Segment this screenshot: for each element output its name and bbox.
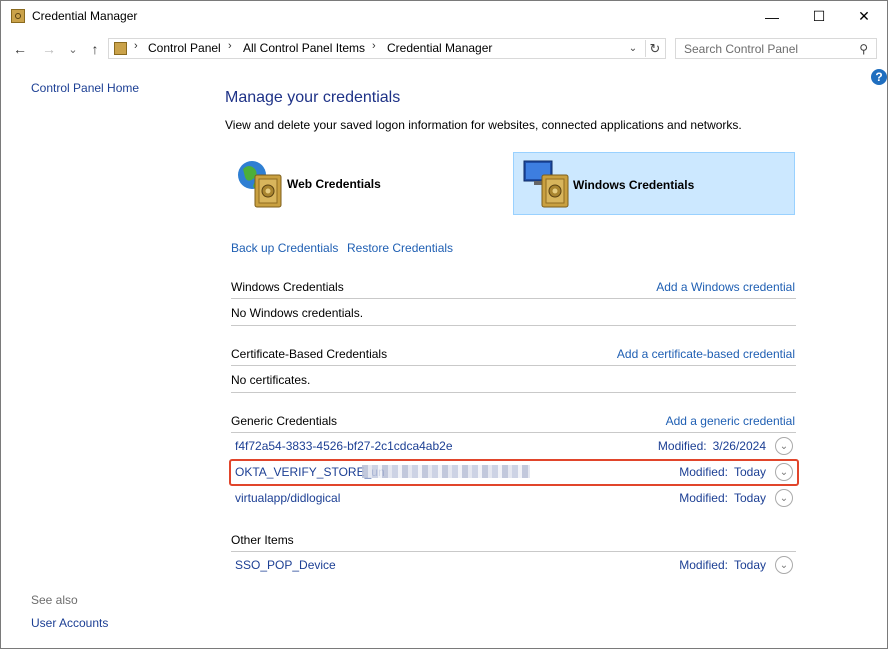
credential-manager-window: Credential Manager — ☐ ✕ ← → ⌄ ↑ › Contr… bbox=[0, 0, 888, 649]
divider bbox=[231, 551, 796, 552]
control-panel-icon bbox=[114, 42, 127, 55]
forward-arrow-icon[interactable]: → bbox=[39, 39, 59, 59]
backup-credentials-link[interactable]: Back up Credentials bbox=[231, 241, 338, 255]
divider bbox=[231, 298, 796, 299]
modified-date: 3/26/2024 bbox=[712, 439, 766, 453]
generic-credential-name[interactable]: f4f72a54-3833-4526-bf27-2c1cdca4ab2e bbox=[235, 439, 453, 453]
see-also-heading: See also bbox=[31, 593, 78, 607]
close-button[interactable]: ✕ bbox=[841, 1, 887, 32]
divider bbox=[231, 392, 796, 393]
modified-date: Today bbox=[733, 491, 766, 505]
divider bbox=[231, 325, 796, 326]
divider bbox=[231, 432, 796, 433]
minimize-button[interactable]: — bbox=[749, 1, 795, 32]
page-description: View and delete your saved logon informa… bbox=[225, 118, 742, 132]
credential-modified: Modified: 3/26/2024 bbox=[658, 439, 766, 453]
search-icon[interactable]: ⚲ bbox=[859, 42, 868, 56]
breadcrumb-credential-manager[interactable]: Credential Manager bbox=[387, 41, 492, 55]
credential-modified: Modified: Today bbox=[679, 465, 766, 479]
modified-label: Modified: bbox=[679, 558, 728, 572]
expand-chevron-icon[interactable]: ⌄ bbox=[775, 463, 793, 481]
address-dropdown-icon[interactable]: ⌄ bbox=[625, 40, 641, 57]
refresh-icon[interactable]: ↻ bbox=[645, 40, 664, 57]
left-pane: Control Panel Home See also User Account… bbox=[1, 67, 221, 648]
no-certificates-text: No certificates. bbox=[231, 373, 311, 387]
title-bar: Credential Manager — ☐ ✕ bbox=[1, 1, 887, 32]
other-items-heading: Other Items bbox=[231, 533, 294, 547]
up-arrow-icon[interactable]: ↑ bbox=[85, 39, 105, 59]
add-certificate-credential-link[interactable]: Add a certificate-based credential bbox=[617, 347, 795, 361]
modified-label: Modified: bbox=[679, 491, 728, 505]
windows-credentials-tile[interactable]: Windows Credentials bbox=[513, 152, 795, 215]
window-title: Credential Manager bbox=[32, 9, 138, 23]
web-credentials-vault-icon bbox=[238, 161, 282, 208]
breadcrumb-all-control-panel-items[interactable]: All Control Panel Items bbox=[243, 41, 365, 55]
web-credentials-label: Web Credentials bbox=[287, 177, 381, 191]
modified-label: Modified: bbox=[657, 439, 707, 453]
breadcrumb-separator-icon[interactable]: › bbox=[228, 40, 232, 52]
add-windows-credential-link[interactable]: Add a Windows credential bbox=[656, 280, 795, 294]
divider bbox=[231, 365, 796, 366]
control-panel-home-link[interactable]: Control Panel Home bbox=[31, 81, 139, 95]
windows-credentials-vault-icon bbox=[523, 160, 569, 208]
redacted-text-blur bbox=[362, 465, 530, 478]
breadcrumb-separator-icon: › bbox=[134, 40, 138, 52]
help-icon[interactable]: ? bbox=[871, 69, 887, 85]
windows-credentials-heading: Windows Credentials bbox=[231, 280, 344, 294]
other-item-name[interactable]: SSO_POP_Device bbox=[235, 558, 336, 572]
user-accounts-link[interactable]: User Accounts bbox=[31, 616, 108, 630]
modified-date: Today bbox=[733, 465, 766, 479]
modified-label: Modified: bbox=[679, 465, 728, 479]
certificate-credentials-heading: Certificate-Based Credentials bbox=[231, 347, 388, 361]
expand-chevron-icon[interactable]: ⌄ bbox=[775, 556, 793, 574]
credential-modified: Modified: Today bbox=[679, 491, 766, 505]
recent-locations-chevron-icon[interactable]: ⌄ bbox=[63, 39, 83, 59]
credential-modified: Modified: Today bbox=[679, 558, 766, 572]
restore-credentials-link[interactable]: Restore Credentials bbox=[347, 241, 453, 255]
no-windows-credentials-text: No Windows credentials. bbox=[231, 306, 364, 320]
expand-chevron-icon[interactable]: ⌄ bbox=[775, 437, 793, 455]
add-generic-credential-link[interactable]: Add a generic credential bbox=[666, 414, 795, 428]
windows-credentials-label: Windows Credentials bbox=[573, 178, 695, 192]
maximize-button[interactable]: ☐ bbox=[796, 1, 842, 32]
credential-manager-app-icon bbox=[11, 9, 25, 23]
search-placeholder: Search Control Panel bbox=[684, 42, 799, 56]
expand-chevron-icon[interactable]: ⌄ bbox=[775, 489, 793, 507]
back-arrow-icon[interactable]: ← bbox=[10, 39, 30, 59]
breadcrumb-separator-icon[interactable]: › bbox=[372, 40, 376, 52]
generic-credentials-heading: Generic Credentials bbox=[231, 414, 338, 428]
modified-date: Today bbox=[733, 558, 766, 572]
web-credentials-tile[interactable]: Web Credentials bbox=[231, 152, 491, 215]
search-input[interactable]: Search Control Panel ⚲ bbox=[675, 38, 877, 59]
generic-credential-name[interactable]: virtualapp/didlogical bbox=[235, 491, 340, 505]
address-bar[interactable]: › Control Panel › All Control Panel Item… bbox=[108, 38, 666, 59]
page-title: Manage your credentials bbox=[225, 89, 401, 106]
breadcrumb-control-panel[interactable]: Control Panel bbox=[148, 41, 221, 55]
